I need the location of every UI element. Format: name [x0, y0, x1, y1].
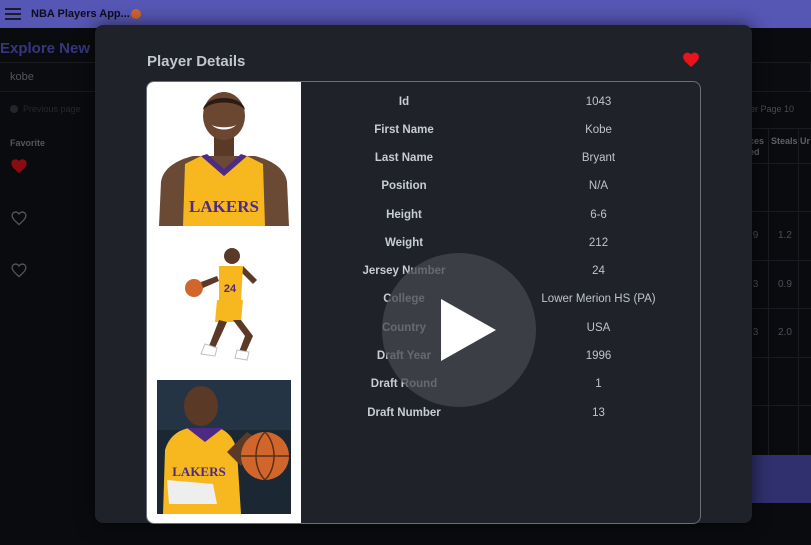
detail-label: First Name [374, 124, 434, 136]
app-header: NBA Players App... [0, 0, 811, 28]
play-button[interactable] [382, 253, 536, 407]
detail-label: Position [381, 180, 427, 192]
player-action-image: 24 [169, 236, 284, 366]
jersey-text: LAKERS [172, 464, 225, 479]
jersey-text: LAKERS [189, 197, 259, 216]
detail-label: Id [398, 96, 410, 108]
detail-value: 6-6 [590, 209, 607, 221]
detail-row-draft-number: Draft Number 13 [302, 407, 700, 427]
detail-value: Bryant [581, 152, 616, 164]
player-shooting-image: LAKERS [157, 380, 291, 514]
hamburger-menu-icon[interactable] [5, 8, 21, 20]
basketball-icon [130, 9, 141, 19]
detail-row-position: Position N/A [302, 180, 700, 200]
player-details-modal: Player Details LAKERS 24 LAKERS Id 1043 … [95, 25, 752, 524]
player-card: LAKERS 24 LAKERS Id 1043 First Name Kobe… [146, 81, 701, 524]
player-portrait-image: LAKERS [159, 90, 289, 226]
detail-row-id: Id 1043 [302, 96, 700, 116]
play-icon [441, 299, 496, 361]
detail-label: Last Name [374, 152, 434, 164]
detail-label: Weight [384, 237, 424, 249]
jersey-number-text: 24 [224, 283, 237, 295]
detail-row-height: Height 6-6 [302, 209, 700, 229]
app-title: NBA Players App... [31, 8, 130, 20]
player-images-column: LAKERS 24 LAKERS [147, 82, 301, 523]
modal-title: Player Details [147, 53, 246, 70]
detail-value: 212 [588, 237, 609, 249]
detail-value: Kobe [585, 124, 612, 136]
detail-value: 1043 [585, 96, 612, 108]
detail-row-last-name: Last Name Bryant [302, 152, 700, 172]
detail-row-first-name: First Name Kobe [302, 124, 700, 144]
favorite-heart-icon[interactable] [682, 51, 700, 68]
detail-value: 13 [592, 407, 605, 419]
detail-label: Height [386, 209, 422, 221]
detail-label: Draft Number [367, 407, 441, 419]
detail-value: N/A [588, 180, 609, 192]
